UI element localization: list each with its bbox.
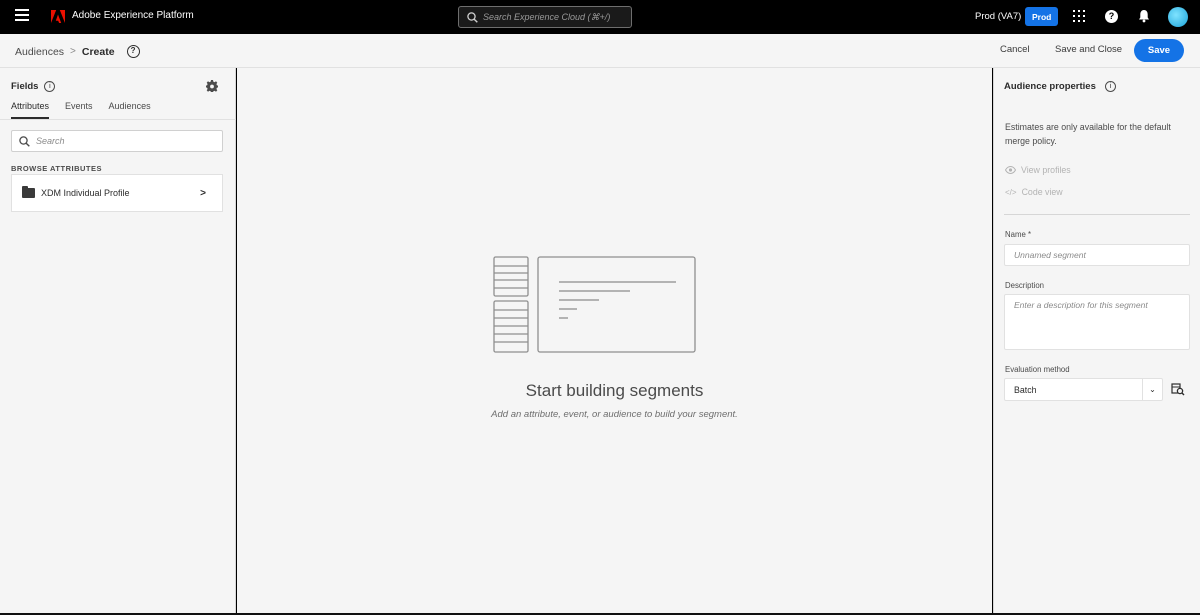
- description-field[interactable]: [1004, 294, 1190, 350]
- code-icon: </>: [1005, 187, 1017, 197]
- global-search-input[interactable]: [483, 12, 623, 22]
- evaluation-method-label: Evaluation method: [1005, 365, 1070, 374]
- field-tabs: Attributes Events Audiences: [11, 101, 167, 119]
- help-circle-icon[interactable]: ?: [126, 45, 140, 58]
- eye-icon: [1005, 166, 1016, 174]
- browse-attributes-label: BROWSE ATTRIBUTES: [11, 164, 102, 173]
- info-icon[interactable]: i: [44, 81, 56, 92]
- tab-attributes[interactable]: Attributes: [11, 101, 50, 119]
- info-icon[interactable]: i: [1104, 81, 1116, 92]
- empty-state-subtitle: Add an attribute, event, or audience to …: [491, 409, 738, 420]
- code-view-link[interactable]: </> Code view: [1005, 187, 1063, 197]
- empty-state-title: Start building segments: [525, 381, 704, 400]
- view-profiles-label: View profiles: [1021, 165, 1071, 175]
- tab-audiences[interactable]: Audiences: [109, 101, 151, 119]
- search-icon: [19, 135, 30, 147]
- apps-grid-icon[interactable]: [1073, 10, 1085, 22]
- bell-icon[interactable]: [1138, 9, 1150, 23]
- fields-title: Fields i: [11, 81, 56, 92]
- search-icon: [467, 11, 478, 23]
- breadcrumb-separator: >: [70, 46, 76, 57]
- chevron-down-icon: ⌄: [1142, 379, 1162, 400]
- adobe-logo[interactable]: [51, 10, 65, 23]
- folder-icon: [22, 186, 35, 198]
- environment-badge[interactable]: Prod: [1025, 7, 1059, 26]
- fields-panel: Fields i Attributes Events Audiences BRO…: [0, 68, 236, 613]
- segment-canvas[interactable]: Start building segments Add an attribute…: [237, 68, 992, 613]
- panel-divider: [1004, 214, 1190, 215]
- code-view-label: Code view: [1021, 187, 1063, 197]
- evaluation-method-value: Batch: [1014, 384, 1037, 395]
- description-field-label: Description: [1005, 281, 1044, 290]
- top-navigation-bar: Adobe Experience Platform Prod (VA7) Pro…: [0, 0, 1200, 34]
- audience-properties-title-text: Audience properties: [1004, 81, 1096, 92]
- name-input[interactable]: [1014, 250, 1189, 260]
- fields-title-text: Fields: [11, 81, 39, 92]
- app-title[interactable]: Adobe Experience Platform: [72, 10, 194, 21]
- audience-properties-panel: Audience properties i Estimates are only…: [993, 68, 1200, 613]
- breadcrumb: Audiences > Create ?: [15, 45, 140, 58]
- list-item-label: XDM Individual Profile: [41, 188, 130, 198]
- tab-events[interactable]: Events: [65, 101, 93, 119]
- tabs-divider: [0, 119, 236, 120]
- gear-icon[interactable]: [206, 80, 218, 92]
- description-input[interactable]: [1014, 300, 1180, 344]
- chevron-right-icon: >: [200, 188, 206, 199]
- name-field-label: Name *: [1005, 230, 1031, 239]
- estimates-note: Estimates are only available for the def…: [1005, 122, 1171, 146]
- save-button[interactable]: Save: [1134, 39, 1184, 62]
- list-item-xdm-individual-profile[interactable]: XDM Individual Profile >: [11, 174, 223, 212]
- audience-properties-title: Audience properties i: [1004, 81, 1116, 92]
- help-icon[interactable]: ?: [1105, 10, 1118, 23]
- org-switcher[interactable]: Prod (VA7): [975, 11, 1021, 22]
- evaluation-details-icon[interactable]: [1171, 382, 1185, 396]
- empty-state-illustration: [493, 256, 696, 353]
- name-field[interactable]: [1004, 244, 1190, 266]
- cancel-button[interactable]: Cancel: [1000, 44, 1030, 55]
- fields-search[interactable]: [11, 130, 223, 152]
- evaluation-method-select[interactable]: Batch ⌄: [1004, 378, 1163, 401]
- avatar[interactable]: [1168, 7, 1188, 27]
- fields-search-input[interactable]: [36, 136, 206, 146]
- breadcrumb-create: Create: [81, 45, 115, 58]
- page-header: Audiences > Create ? Cancel Save and Clo…: [0, 34, 1200, 68]
- breadcrumb-audiences[interactable]: Audiences: [15, 46, 64, 58]
- hamburger-menu-icon[interactable]: [15, 9, 29, 23]
- save-and-close-button[interactable]: Save and Close: [1055, 44, 1122, 55]
- view-profiles-link[interactable]: View profiles: [1005, 165, 1071, 175]
- global-search[interactable]: [458, 6, 632, 28]
